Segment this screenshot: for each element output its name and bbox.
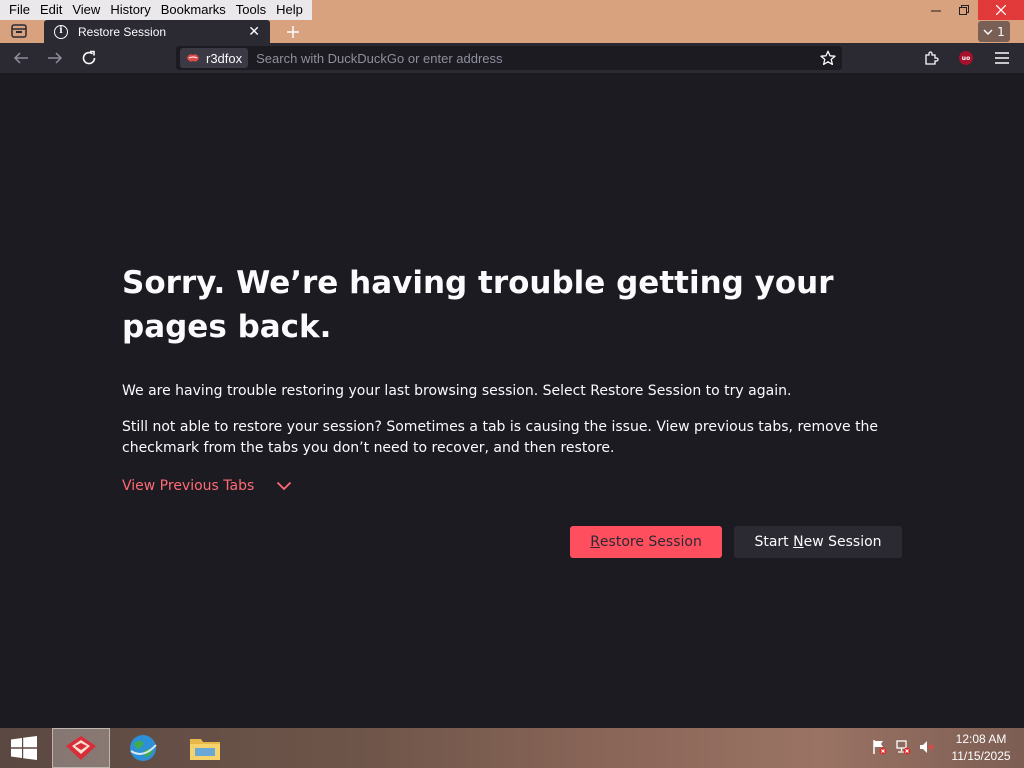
puzzle-piece-icon <box>925 51 939 65</box>
nav-toolbar: r3dfox uo <box>0 43 1024 73</box>
tab-title: Restore Session <box>78 24 167 39</box>
taskbar-browser[interactable] <box>114 728 172 768</box>
plus-icon <box>287 26 299 38</box>
menu-history[interactable]: History <box>105 0 155 20</box>
firefox-view-button[interactable] <box>4 21 34 41</box>
back-button[interactable] <box>9 46 33 70</box>
flag-icon <box>873 740 887 755</box>
r3dfox-logo-icon <box>187 54 199 62</box>
view-previous-tabs-toggle[interactable]: View Previous Tabs <box>122 478 292 494</box>
start-button[interactable] <box>0 728 48 768</box>
app-menu-button[interactable] <box>989 46 1015 70</box>
new-session-label-before: Start <box>754 534 794 550</box>
menu-tools[interactable]: Tools <box>231 0 271 20</box>
identity-label: r3dfox <box>206 50 243 66</box>
clock[interactable]: 12:08 AM 11/15/2025 <box>948 731 1014 765</box>
tab-restore-session[interactable]: i Restore Session ✕ <box>44 20 270 43</box>
restore-session-button[interactable]: Restore Session <box>570 526 722 558</box>
identity-box[interactable]: r3dfox <box>180 48 249 68</box>
info-icon: i <box>54 24 68 39</box>
title-bar: File Edit View History Bookmarks Tools H… <box>0 0 1024 20</box>
restore-accesskey: R <box>590 534 600 550</box>
address-input[interactable] <box>256 50 816 66</box>
restore-description: We are having trouble restoring your las… <box>122 383 792 399</box>
volume-icon[interactable] <box>918 738 936 756</box>
forward-button[interactable] <box>43 46 67 70</box>
tab-count: 1 <box>997 24 1005 39</box>
tab-close-icon[interactable]: ✕ <box>248 24 260 40</box>
forward-arrow-icon <box>48 52 63 64</box>
system-tray <box>870 738 936 756</box>
window-controls <box>922 0 1024 20</box>
firefox-view-icon <box>11 24 27 38</box>
url-bar[interactable]: r3dfox <box>176 46 842 70</box>
restore-window-button[interactable] <box>950 0 978 20</box>
reload-icon <box>82 50 96 65</box>
menu-view[interactable]: View <box>67 0 105 20</box>
new-session-accesskey: N <box>793 534 804 550</box>
r3dfox-app-icon <box>66 736 96 760</box>
chevron-down-icon <box>983 29 993 35</box>
back-arrow-icon <box>13 52 28 64</box>
close-window-button[interactable] <box>978 0 1024 20</box>
menu-help[interactable]: Help <box>271 0 308 20</box>
new-session-label-after: ew Session <box>803 534 882 550</box>
chevron-down-icon <box>277 481 292 491</box>
taskbar-r3dfox[interactable] <box>52 728 110 768</box>
bookmark-star-button[interactable] <box>816 46 840 70</box>
start-new-session-button[interactable]: Start New Session <box>734 526 902 558</box>
folder-icon <box>190 739 220 760</box>
minimize-icon <box>931 10 941 12</box>
close-icon <box>996 5 1006 15</box>
clock-time: 12:08 AM <box>955 732 1007 746</box>
page-title: Sorry. We’re having trouble getting your… <box>122 265 834 345</box>
star-icon <box>820 50 836 66</box>
view-previous-tabs-label: View Previous Tabs <box>122 478 255 494</box>
windows-logo-icon <box>11 736 37 760</box>
new-tab-button[interactable] <box>281 22 305 42</box>
extensions-button[interactable] <box>918 46 944 70</box>
page-content: Sorry. We’re having trouble getting your… <box>0 73 1024 728</box>
restore-label-rest: estore Session <box>599 534 702 550</box>
clock-date: 11/15/2025 <box>951 749 1011 763</box>
menu-bar: File Edit View History Bookmarks Tools H… <box>0 0 312 20</box>
volume-muted-icon <box>920 741 934 753</box>
restore-window-icon <box>959 5 969 15</box>
reload-button[interactable] <box>77 46 101 70</box>
hamburger-menu-icon <box>995 52 1009 64</box>
action-center-icon[interactable] <box>870 738 888 756</box>
taskbar-file-explorer[interactable] <box>176 728 234 768</box>
globe-app-icon <box>130 735 157 761</box>
network-disconnected-icon <box>896 740 911 755</box>
minimize-button[interactable] <box>922 0 950 20</box>
ublock-origin-button[interactable]: uo <box>953 46 979 70</box>
restore-help-text: Still not able to restore your session? … <box>122 419 879 456</box>
taskbar: 12:08 AM 11/15/2025 <box>0 728 1024 768</box>
menu-edit[interactable]: Edit <box>35 0 67 20</box>
tab-strip: i Restore Session ✕ 1 <box>0 20 1024 43</box>
menu-file[interactable]: File <box>4 0 35 20</box>
network-icon[interactable] <box>894 738 912 756</box>
ublock-origin-icon: uo <box>959 51 973 65</box>
menu-bookmarks[interactable]: Bookmarks <box>156 0 231 20</box>
list-all-tabs-button[interactable]: 1 <box>978 21 1010 42</box>
